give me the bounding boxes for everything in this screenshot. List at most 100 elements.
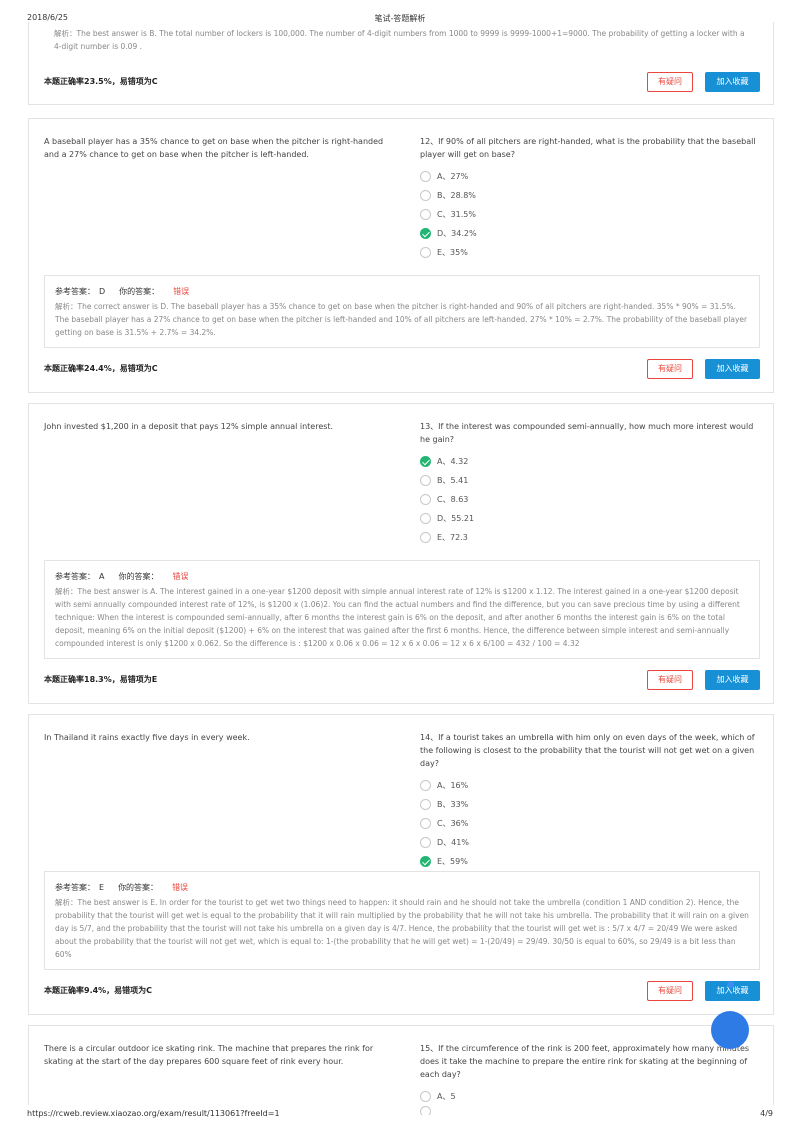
- option-a[interactable]: A、27%: [420, 167, 760, 186]
- radio-icon[interactable]: [420, 513, 431, 524]
- question-text: 15、If the circumference of the rink is 2…: [420, 1044, 750, 1079]
- option-d[interactable]: D、34.2%: [420, 224, 760, 243]
- your-answer-label: 你的答案：: [118, 572, 159, 581]
- doubt-button[interactable]: 有疑问: [647, 981, 693, 1001]
- option-e[interactable]: E、72.3: [420, 528, 760, 547]
- radio-icon[interactable]: [420, 1091, 431, 1102]
- options-list: A、27% B、28.8% C、31.5% D、34.2% E、35%: [420, 167, 760, 262]
- option-d[interactable]: D、55.21: [420, 509, 760, 528]
- analysis-box: 参考答案： E 你的答案： 错误 解析：The best answer is E. I…: [44, 871, 760, 970]
- option-label: A、4.32: [437, 457, 469, 466]
- option-label: C、31.5%: [437, 210, 476, 219]
- question-stem: A baseball player has a 35% chance to ge…: [44, 137, 384, 159]
- radio-icon[interactable]: [420, 209, 431, 220]
- option-label: B、5.41: [437, 476, 469, 485]
- ref-answer-label: 参考答案：: [55, 883, 95, 892]
- ref-answer-value: A: [99, 572, 105, 581]
- ref-answer-value: E: [99, 883, 105, 892]
- question-stem: John invested $1,200 in a deposit that p…: [44, 422, 334, 431]
- ref-answer-value: D: [99, 287, 106, 296]
- question-card-12: A baseball player has a 35% chance to ge…: [28, 118, 774, 393]
- explanation-text: 解析：The best answer is E. In order for th…: [55, 898, 749, 959]
- your-answer-label: 你的答案：: [119, 287, 160, 296]
- option-a[interactable]: A、5: [420, 1087, 760, 1106]
- option-label: E、59%: [437, 857, 468, 866]
- radio-icon[interactable]: [420, 494, 431, 505]
- question-footer: 本题正确率18.3%，易错项为E 有疑问 加入收藏: [44, 670, 760, 690]
- print-url: https://rcweb.review.xiaozao.org/exam/re…: [27, 1109, 280, 1118]
- analysis-box: 参考答案： D 你的答案： 错误 解析：The correct answer is D…: [44, 275, 760, 348]
- radio-icon[interactable]: [420, 171, 431, 182]
- accuracy-rate: 本题正确率23.5%，易错项为C: [44, 77, 158, 86]
- add-favorite-button[interactable]: 加入收藏: [705, 670, 760, 690]
- doubt-button[interactable]: 有疑问: [647, 72, 693, 92]
- option-label: E、72.3: [437, 533, 468, 542]
- your-answer-status: 错误: [173, 287, 190, 296]
- add-favorite-button[interactable]: 加入收藏: [705, 72, 760, 92]
- options-list: A、16% B、33% C、36% D、41% E、59%: [420, 776, 760, 871]
- option-b[interactable]: B、28.8%: [420, 186, 760, 205]
- ref-answer-label: 参考答案：: [55, 572, 95, 581]
- answer-line: 参考答案： D 你的答案： 错误: [55, 285, 749, 298]
- option-c[interactable]: C、8.63: [420, 490, 760, 509]
- question-card-13: John invested $1,200 in a deposit that p…: [28, 403, 774, 704]
- option-label: E、35%: [437, 248, 468, 257]
- check-circle-icon[interactable]: [420, 856, 431, 867]
- doubt-button[interactable]: 有疑问: [647, 670, 693, 690]
- radio-icon[interactable]: [420, 532, 431, 543]
- answer-line: 参考答案： A 你的答案： 错误: [55, 570, 749, 583]
- explanation-text: 解析：The best answer is B. The total numbe…: [54, 29, 745, 51]
- radio-icon[interactable]: [420, 799, 431, 810]
- option-c[interactable]: C、31.5%: [420, 205, 760, 224]
- option-label: D、34.2%: [437, 229, 477, 238]
- question-footer: 本题正确率23.5%，易错项为C 有疑问 加入收藏: [44, 72, 760, 92]
- radio-icon[interactable]: [420, 780, 431, 791]
- question-card-15: There is a circular outdoor ice skating …: [28, 1025, 774, 1115]
- option-e[interactable]: E、35%: [420, 243, 760, 262]
- option-e[interactable]: E、59%: [420, 852, 760, 871]
- option-label: C、8.63: [437, 495, 469, 504]
- your-answer-status: 错误: [172, 883, 189, 892]
- question-column: 12、If 90% of all pitchers are right-hand…: [420, 135, 760, 262]
- radio-icon[interactable]: [420, 818, 431, 829]
- option-d[interactable]: D、41%: [420, 833, 760, 852]
- option-a[interactable]: A、16%: [420, 776, 760, 795]
- question-text: 14、If a tourist takes an umbrella with h…: [420, 733, 755, 768]
- floating-action-button[interactable]: [711, 1011, 749, 1049]
- option-a[interactable]: A、4.32: [420, 452, 760, 471]
- option-b[interactable]: B、33%: [420, 795, 760, 814]
- question-footer: 本题正确率24.4%，易错项为C 有疑问 加入收藏: [44, 359, 760, 379]
- question-column: 15、If the circumference of the rink is 2…: [420, 1042, 760, 1115]
- option-b[interactable]: B、5.41: [420, 471, 760, 490]
- explanation-text: 解析：The correct answer is D. The baseball…: [55, 302, 748, 337]
- question-text: 13、If the interest was compounded semi-a…: [420, 422, 754, 444]
- fab-indicator-dot: [727, 981, 734, 988]
- option-label: A、16%: [437, 781, 469, 790]
- radio-icon[interactable]: [420, 475, 431, 486]
- page-number: 4/9: [760, 1109, 773, 1118]
- analysis-box: 参考答案： A 你的答案： 错误 解析：The best answer is A. T…: [44, 560, 760, 659]
- option-label: B、33%: [437, 800, 469, 809]
- your-answer-label: 你的答案：: [118, 883, 159, 892]
- accuracy-rate: 本题正确率24.4%，易错项为C: [44, 364, 158, 373]
- add-favorite-button[interactable]: 加入收藏: [705, 359, 760, 379]
- answer-line: 参考答案： E 你的答案： 错误: [55, 881, 749, 894]
- option-label: A、5: [437, 1092, 456, 1101]
- accuracy-rate: 本题正确率18.3%，易错项为E: [44, 675, 158, 684]
- check-circle-icon[interactable]: [420, 228, 431, 239]
- radio-icon[interactable]: [420, 837, 431, 848]
- check-circle-icon[interactable]: [420, 456, 431, 467]
- option-label: D、55.21: [437, 514, 475, 523]
- question-stem: In Thailand it rains exactly five days i…: [44, 733, 250, 742]
- doubt-button[interactable]: 有疑问: [647, 359, 693, 379]
- question-text: 12、If 90% of all pitchers are right-hand…: [420, 137, 756, 159]
- question-card-11: 解析：The best answer is B. The total numbe…: [28, 22, 774, 105]
- radio-icon[interactable]: [420, 190, 431, 201]
- radio-icon[interactable]: [420, 247, 431, 258]
- question-footer: 本题正确率9.4%，易错项为C 有疑问 加入收藏: [44, 981, 760, 1001]
- print-footer: https://rcweb.review.xiaozao.org/exam/re…: [0, 1109, 800, 1121]
- option-label: A、27%: [437, 172, 469, 181]
- option-label: C、36%: [437, 819, 469, 828]
- option-c[interactable]: C、36%: [420, 814, 760, 833]
- accuracy-rate: 本题正确率9.4%，易错项为C: [44, 986, 153, 995]
